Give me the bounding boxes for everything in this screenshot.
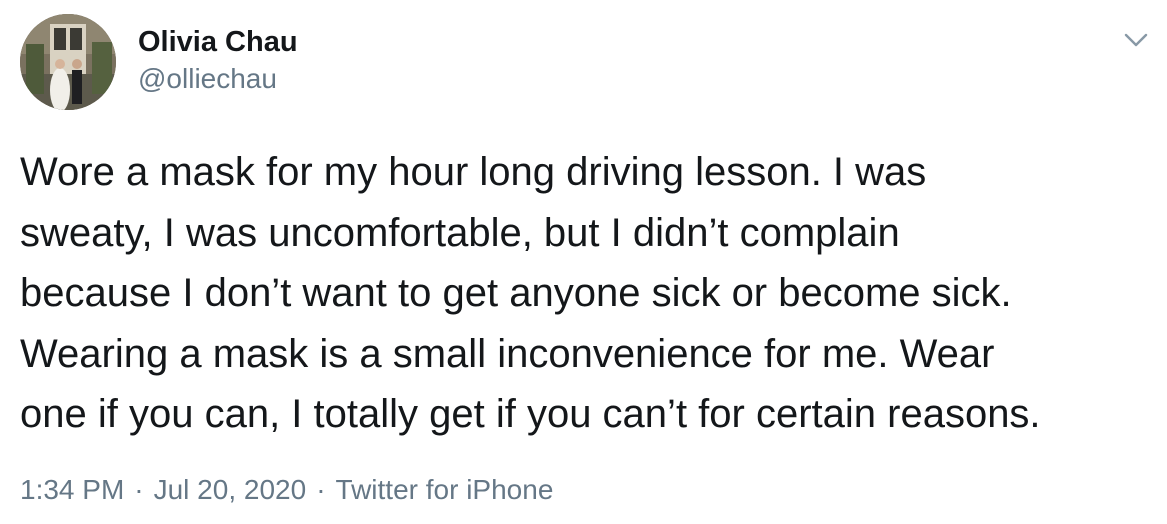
user-handle[interactable]: @olliechau bbox=[138, 62, 277, 96]
tweet-meta: 1:34 PM · Jul 20, 2020 · Twitter for iPhone bbox=[20, 472, 553, 508]
tweet-text-line: one if you can, I totally get if you can… bbox=[20, 392, 1041, 436]
tweet-source[interactable]: Twitter for iPhone bbox=[336, 472, 554, 508]
chevron-down-icon[interactable] bbox=[1120, 24, 1152, 56]
display-name[interactable]: Olivia Chau bbox=[138, 25, 298, 59]
tweet-text-line: because I don’t want to get anyone sick … bbox=[20, 271, 1012, 315]
tweet-card: Olivia Chau @olliechau Wore a mask for m… bbox=[0, 0, 1167, 524]
tweet-text-line: sweaty, I was uncomfortable, but I didn’… bbox=[20, 210, 900, 255]
meta-separator: · bbox=[134, 474, 144, 505]
tweet-date[interactable]: Jul 20, 2020 bbox=[154, 472, 307, 508]
tweet-text: Wore a mask for my hour long driving les… bbox=[20, 142, 1155, 445]
tweet-time[interactable]: 1:34 PM bbox=[20, 472, 124, 508]
avatar[interactable] bbox=[20, 14, 116, 110]
avatar-photo bbox=[20, 14, 116, 110]
tweet-text-line: Wearing a mask is a small inconvenience … bbox=[20, 331, 995, 376]
tweet-text-line: Wore a mask for my hour long driving les… bbox=[20, 150, 927, 194]
meta-separator: · bbox=[316, 474, 326, 505]
